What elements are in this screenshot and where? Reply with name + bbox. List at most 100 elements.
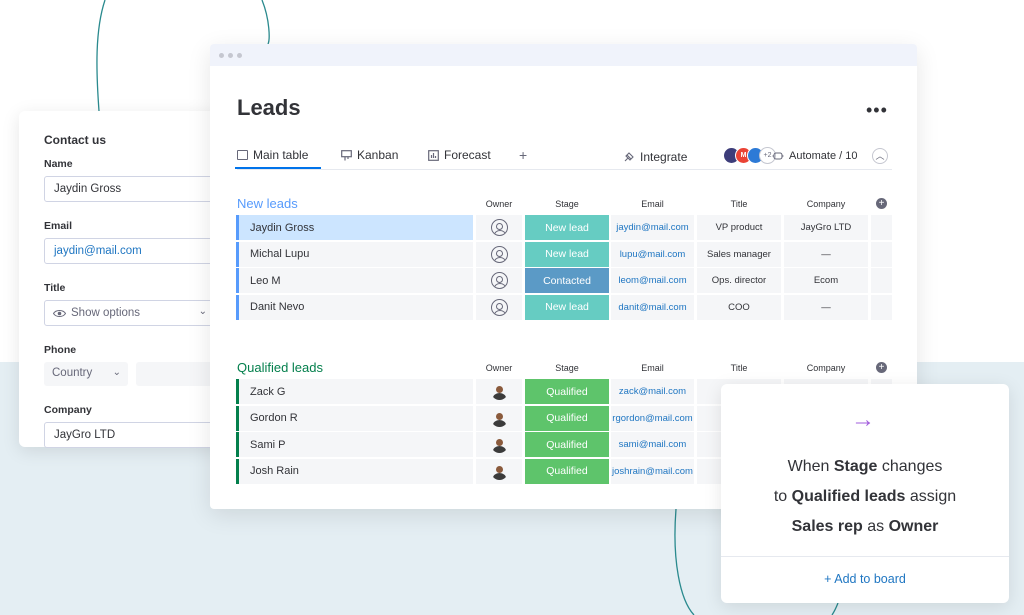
automate-button[interactable]: Automate / 10 — [772, 150, 858, 162]
robot-icon — [772, 152, 784, 160]
lead-name-cell[interactable]: Gordon R — [236, 405, 473, 431]
column-header-company[interactable]: Company — [784, 363, 868, 373]
recipe-text: changes — [877, 458, 943, 475]
owner-cell[interactable] — [476, 215, 522, 240]
column-header-email[interactable]: Email — [611, 199, 694, 209]
automation-sentence: When Stage changes to Qualified leads as… — [721, 452, 1009, 542]
company-cell[interactable]: JayGro LTD — [784, 215, 868, 240]
email-cell[interactable]: danit@mail.com — [611, 294, 694, 320]
email-cell[interactable]: sami@mail.com — [611, 432, 694, 457]
title-cell[interactable]: COO — [697, 294, 781, 320]
recipe-text: as — [862, 518, 889, 535]
stage-status-cell[interactable]: Qualified — [525, 432, 609, 457]
contact-form-title: Contact us — [44, 133, 107, 147]
lead-name-cell[interactable]: Josh Rain — [236, 458, 473, 484]
more-options-icon[interactable]: ••• — [866, 100, 888, 121]
group-title-qualified-leads[interactable]: Qualified leads — [237, 360, 323, 375]
lead-name-cell[interactable]: Sami P — [236, 432, 473, 457]
column-header-title[interactable]: Title — [697, 363, 781, 373]
table-row[interactable]: Leo M Contacted leom@mail.com Ops. director… — [236, 268, 892, 293]
integration-avatars[interactable]: M +2 — [723, 147, 776, 164]
add-column-icon[interactable]: + — [876, 198, 887, 209]
column-header-title[interactable]: Title — [697, 199, 781, 209]
card-divider — [721, 556, 1009, 557]
chart-icon — [428, 149, 439, 161]
group-title-new-leads[interactable]: New leads — [237, 196, 298, 211]
person-icon — [490, 219, 508, 236]
lead-name-cell[interactable]: Leo M — [236, 268, 473, 293]
title-cell[interactable]: Sales manager — [697, 241, 781, 267]
empty-cell — [871, 268, 892, 293]
recipe-keyword[interactable]: Qualified leads — [792, 488, 906, 505]
owner-cell[interactable] — [476, 241, 522, 267]
email-cell[interactable]: leom@mail.com — [611, 268, 694, 293]
title-select[interactable]: Show options ⌄ — [44, 300, 214, 326]
column-header-email[interactable]: Email — [611, 363, 694, 373]
integrate-button[interactable]: Integrate — [623, 150, 687, 164]
stage-status-cell[interactable]: Qualified — [525, 405, 609, 431]
email-cell[interactable]: jaydin@mail.com — [611, 215, 694, 240]
owner-cell[interactable] — [476, 294, 522, 320]
owner-cell[interactable] — [476, 458, 522, 484]
title-cell[interactable]: VP product — [697, 215, 781, 240]
integrate-label: Integrate — [640, 150, 688, 164]
company-cell[interactable]: — — [784, 294, 868, 320]
avatar — [491, 436, 508, 453]
email-cell[interactable]: joshrain@mail.com — [611, 458, 694, 484]
stage-status-cell[interactable]: New lead — [525, 294, 609, 320]
lead-name-cell[interactable]: Michal Lupu — [236, 241, 473, 267]
phone-number-field[interactable] — [136, 362, 214, 386]
owner-cell[interactable] — [476, 405, 522, 431]
name-field[interactable]: Jaydin Gross — [44, 176, 214, 202]
column-header-company[interactable]: Company — [784, 199, 868, 209]
recipe-keyword[interactable]: Sales rep — [792, 518, 863, 535]
tab-kanban[interactable]: Kanban — [341, 148, 398, 162]
stage-status-cell[interactable]: New lead — [525, 215, 609, 240]
empty-cell — [871, 215, 892, 240]
company-cell[interactable]: Ecom — [784, 268, 868, 293]
tab-forecast[interactable]: Forecast — [428, 148, 491, 162]
country-select[interactable]: Country ⌄ — [44, 362, 128, 386]
company-cell[interactable]: — — [784, 241, 868, 267]
lead-name-cell[interactable]: Zack G — [236, 379, 473, 404]
email-cell[interactable]: zack@mail.com — [611, 379, 694, 404]
table-row[interactable]: Jaydin Gross New lead jaydin@mail.com VP pr… — [236, 215, 892, 240]
automation-recipe-card: → When Stage changes to Qualified leads … — [721, 384, 1009, 603]
chevron-up-icon[interactable]: ︿ — [872, 148, 888, 164]
stage-status-cell[interactable]: New lead — [525, 241, 609, 267]
recipe-text: assign — [905, 488, 957, 505]
column-header-stage[interactable]: Stage — [525, 363, 609, 373]
chevron-down-icon: ⌄ — [112, 367, 121, 378]
arrow-right-icon: → — [851, 406, 875, 433]
table-row[interactable]: Michal Lupu New lead lupu@mail.com Sales ma… — [236, 241, 892, 267]
stage-status-cell[interactable]: Contacted — [525, 268, 609, 293]
person-icon — [490, 272, 508, 289]
stage-status-cell[interactable]: Qualified — [525, 458, 609, 484]
contact-form: Contact us Name Jaydin Gross Email jaydi… — [19, 111, 231, 448]
email-cell[interactable]: lupu@mail.com — [611, 241, 694, 267]
chevron-down-icon: ⌄ — [198, 306, 207, 317]
person-icon — [490, 245, 508, 263]
recipe-keyword[interactable]: Owner — [889, 518, 939, 535]
recipe-keyword[interactable]: Stage — [834, 458, 878, 475]
lead-name-cell[interactable]: Jaydin Gross — [236, 215, 473, 240]
column-header-owner[interactable]: Owner — [476, 363, 522, 373]
title-cell[interactable]: Ops. director — [697, 268, 781, 293]
recipe-text: When — [787, 458, 834, 475]
owner-cell[interactable] — [476, 379, 522, 404]
stage-status-cell[interactable]: Qualified — [525, 379, 609, 404]
recipe-text: to — [773, 488, 792, 505]
table-row[interactable]: Danit Nevo New lead danit@mail.com COO — — [236, 294, 892, 320]
add-column-icon[interactable]: + — [876, 362, 887, 373]
owner-cell[interactable] — [476, 268, 522, 293]
add-to-board-button[interactable]: + Add to board — [721, 572, 1009, 586]
column-header-owner[interactable]: Owner — [476, 199, 522, 209]
add-tab-button[interactable]: + — [519, 147, 527, 163]
lead-name-cell[interactable]: Danit Nevo — [236, 294, 473, 320]
column-header-stage[interactable]: Stage — [525, 199, 609, 209]
company-field[interactable]: JayGro LTD — [44, 422, 214, 448]
email-cell[interactable]: rgordon@mail.com — [611, 405, 694, 431]
email-field[interactable]: jaydin@mail.com — [44, 238, 214, 264]
tab-main-table[interactable]: Main table — [234, 148, 322, 169]
owner-cell[interactable] — [476, 432, 522, 457]
